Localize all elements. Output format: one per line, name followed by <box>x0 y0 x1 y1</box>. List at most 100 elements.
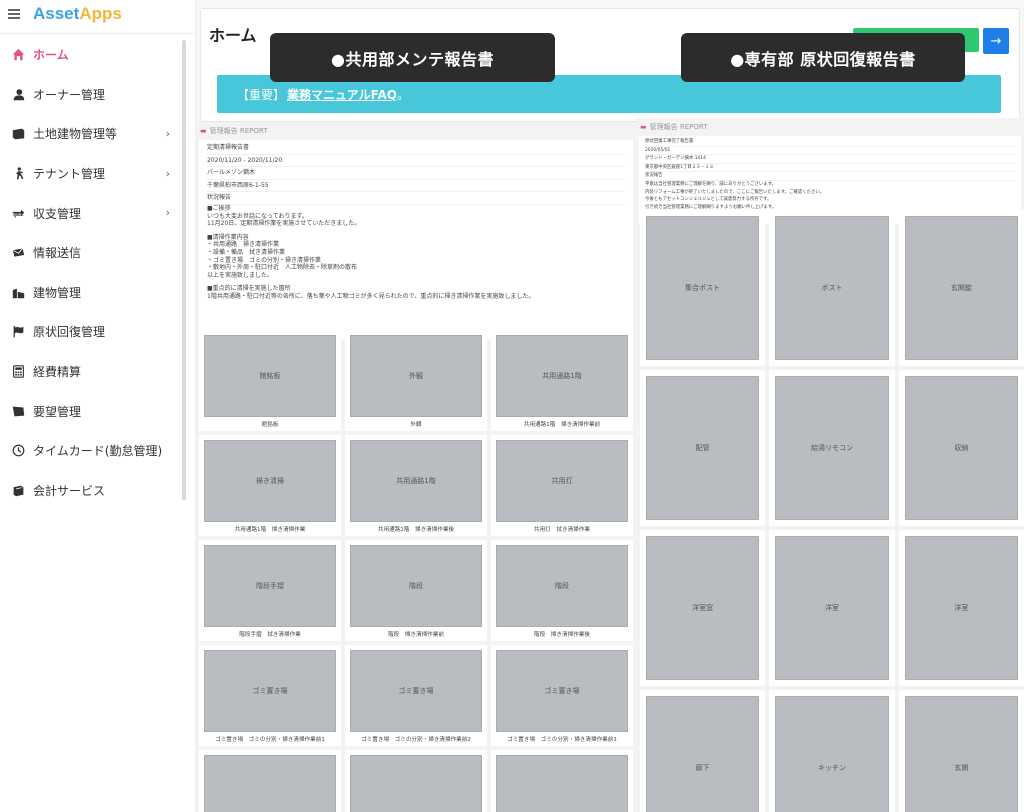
photo-card[interactable]: ゴミ置き場 ゴミ置き場 ゴミの分別・掃き清掃作業前2 <box>345 645 487 746</box>
report-field: 2020/05/01 <box>645 147 1015 156</box>
photo-card[interactable]: 共用灯 共用灯 拭き清掃作業 <box>491 435 633 536</box>
sidebar-item-3[interactable]: テナント管理 › <box>0 154 180 194</box>
app-logo[interactable]: AssetApps <box>33 4 122 24</box>
photo-card[interactable]: 共用通路1階 共用通路1階 掃き清掃作業後 <box>345 435 487 536</box>
photo-caption: 館銘板 <box>261 422 279 428</box>
sidebar-item-7[interactable]: 原状回復管理 <box>0 312 180 352</box>
report-text: ・共用通路 掃き清掃作業 <box>207 241 280 249</box>
photo-card[interactable]: 集合ポスト <box>640 210 766 366</box>
photo-placeholder: 洋室 <box>904 536 1018 680</box>
photo-card[interactable]: 館銘板 館銘板 <box>199 330 341 431</box>
photo-placeholder: 配管 <box>646 376 760 520</box>
photo-placeholder: ゴミ置き場 <box>350 650 482 732</box>
photo-card[interactable]: 洋室窓 <box>640 530 766 686</box>
photo-caption: 階段 掃き清掃作業後 <box>534 632 590 638</box>
photo-card[interactable]: ポスト <box>769 210 895 366</box>
user-icon <box>11 87 25 101</box>
photo-card[interactable] <box>199 750 341 812</box>
sidebar-item-6[interactable]: 建物管理 <box>0 273 180 313</box>
sidebar-item-label: オーナー管理 <box>33 87 106 102</box>
photo-card[interactable]: 玄関 <box>898 690 1024 812</box>
photo-placeholder: 集合ポスト <box>646 216 760 360</box>
sidebar-item-11[interactable]: 会計サービス <box>0 471 180 511</box>
divider <box>0 33 196 34</box>
sidebar-item-4[interactable]: 収支管理 › <box>0 193 180 233</box>
photo-placeholder: ポスト <box>775 216 889 360</box>
report-text: ・敷地内・外周・駐口付近 人工物除去・除草剤の散布 <box>207 264 358 272</box>
callout-unit-restoration-report: ●専有部 原状回復報告書 <box>681 33 965 82</box>
photo-placeholder: 洋室窓 <box>646 536 760 680</box>
photo-card[interactable]: 配管 <box>640 370 766 526</box>
report-label: ▬ 管理報告 REPORT <box>640 123 708 131</box>
photo-caption: 共用灯 拭き清掃作業 <box>534 527 590 533</box>
sidebar-item-2[interactable]: 土地建物管理等 › <box>0 114 180 154</box>
sidebar-item-5[interactable]: 情報送信 <box>0 233 180 273</box>
page-title: ホーム <box>209 26 257 45</box>
photo-caption: 共用通路1階 掃き清掃作業前 <box>523 422 601 428</box>
photo-card[interactable]: 外観 外観 <box>345 330 487 431</box>
report-field: 定期清掃報告書 <box>207 142 625 155</box>
photo-card[interactable]: キッチン <box>769 690 895 812</box>
sidebar-scrollbar[interactable] <box>182 40 186 500</box>
photo-placeholder: 外観 <box>350 335 482 417</box>
photo-card[interactable] <box>491 750 633 812</box>
photo-placeholder: 館銘板 <box>204 335 336 417</box>
sidebar-item-9[interactable]: 要望管理 <box>0 391 180 431</box>
report-field: 平素は当社管理業務にご理解を賜り、誠にありがとうございます。 <box>645 181 777 187</box>
report-label: ▬ 管理報告 REPORT <box>200 127 268 135</box>
arrow-right-button[interactable]: → <box>983 28 1009 54</box>
report-field: 東京都中央区銀座1丁目２３－１８ <box>645 164 1015 173</box>
callout-common-area-report: ●共用部メンテ報告書 <box>270 33 555 82</box>
sidebar-item-label: 経費精算 <box>33 365 82 380</box>
report-icon: ▬ <box>640 123 647 131</box>
photo-placeholder: 廊下 <box>646 696 760 812</box>
flag-solid-icon <box>11 404 25 418</box>
photo-caption: 階段手摺 拭き清掃作業 <box>239 632 301 638</box>
photo-card[interactable]: 階段 階段 掃き清掃作業前 <box>345 540 487 641</box>
report-body: 定期清掃報告書 2020/11/20 - 2020/11/20 パールメゾン鏑木 千葉… <box>199 140 633 340</box>
sidebar-item-label: 会計サービス <box>33 483 106 498</box>
photo-placeholder: 階段手摺 <box>204 545 336 627</box>
photo-placeholder: 階段 <box>496 545 628 627</box>
photo-caption: 共用通路1階 掃き清掃作業 <box>234 527 306 533</box>
sidebar-item-label: 収支管理 <box>33 206 82 221</box>
photo-placeholder: ゴミ置き場 <box>204 650 336 732</box>
sidebar-item-0[interactable]: ホーム <box>0 35 180 75</box>
photo-card[interactable]: ゴミ置き場 ゴミ置き場 ゴミの分別・掃き清掃作業前1 <box>199 645 341 746</box>
unit-restoration-photo-grid: 集合ポスト ポスト 玄関錠 配管 給湯リモコン 収納 洋室窓 洋室 洋室 廊下 キッチン 玄関 <box>640 210 1024 812</box>
sidebar-item-label: タイムカード(勤怠管理) <box>33 444 163 459</box>
notice-suffix: 。 <box>396 87 409 102</box>
photo-caption: 共用通路1階 掃き清掃作業後 <box>377 527 455 533</box>
report-field: パールメゾン鏑木 <box>207 167 625 180</box>
report-text: ・設備・備品 拭き清掃作業 <box>207 248 286 256</box>
photo-card[interactable]: 洋室 <box>898 530 1024 686</box>
photo-placeholder: 掃き清掃 <box>204 440 336 522</box>
hamburger-menu-icon[interactable] <box>8 9 20 19</box>
photo-card[interactable]: 給湯リモコン <box>769 370 895 526</box>
chevron-right-icon: › <box>165 166 170 180</box>
photo-card[interactable]: 階段手摺階段手摺 拭き清掃作業 <box>199 540 341 641</box>
photo-card[interactable]: 玄関錠 <box>898 210 1024 366</box>
report-text: 1階共用通路・駐口付近等の各所に、落ち葉や人工物ゴミが多く見られたので、重点的に… <box>207 292 535 300</box>
manual-faq-link[interactable]: 業務マニュアルFAQ <box>287 86 397 103</box>
sidebar-item-1[interactable]: オーナー管理 <box>0 75 180 115</box>
clock-icon <box>11 444 25 458</box>
common-area-photo-grid: 館銘板 館銘板 外観 外観 共用通路1階 共用通路1階 掃き清掃作業前 掃き清掃 共用通路1階… <box>199 330 633 812</box>
photo-card[interactable]: 階段階段 掃き清掃作業後 <box>491 540 633 641</box>
flag-icon <box>11 325 25 339</box>
sidebar-item-8[interactable]: 経費精算 <box>0 352 180 392</box>
report-field: 2020/11/20 - 2020/11/20 <box>207 155 625 168</box>
book-icon <box>11 483 25 497</box>
photo-card[interactable]: ゴミ置き場 ゴミ置き場 ゴミの分別・掃き清掃作業前1 <box>491 645 633 746</box>
photo-card[interactable]: 共用通路1階 共用通路1階 掃き清掃作業前 <box>491 330 633 431</box>
photo-card[interactable]: 廊下 <box>640 690 766 812</box>
photo-card[interactable]: 洋室 <box>769 530 895 686</box>
sidebar-item-10[interactable]: タイムカード(勤怠管理) <box>0 431 180 471</box>
photo-card[interactable]: 収納 <box>898 370 1024 526</box>
report-text: ■重点的に清掃を実施した箇所 <box>207 285 291 293</box>
report-text: ・ゴミ置き場 ゴミの分別・掃き清掃作業 <box>207 256 322 264</box>
photo-card[interactable]: 掃き清掃共用通路1階 掃き清掃作業 <box>199 435 341 536</box>
report-field: 状況報告 <box>645 172 1015 181</box>
photo-placeholder <box>496 755 628 812</box>
photo-card[interactable] <box>345 750 487 812</box>
